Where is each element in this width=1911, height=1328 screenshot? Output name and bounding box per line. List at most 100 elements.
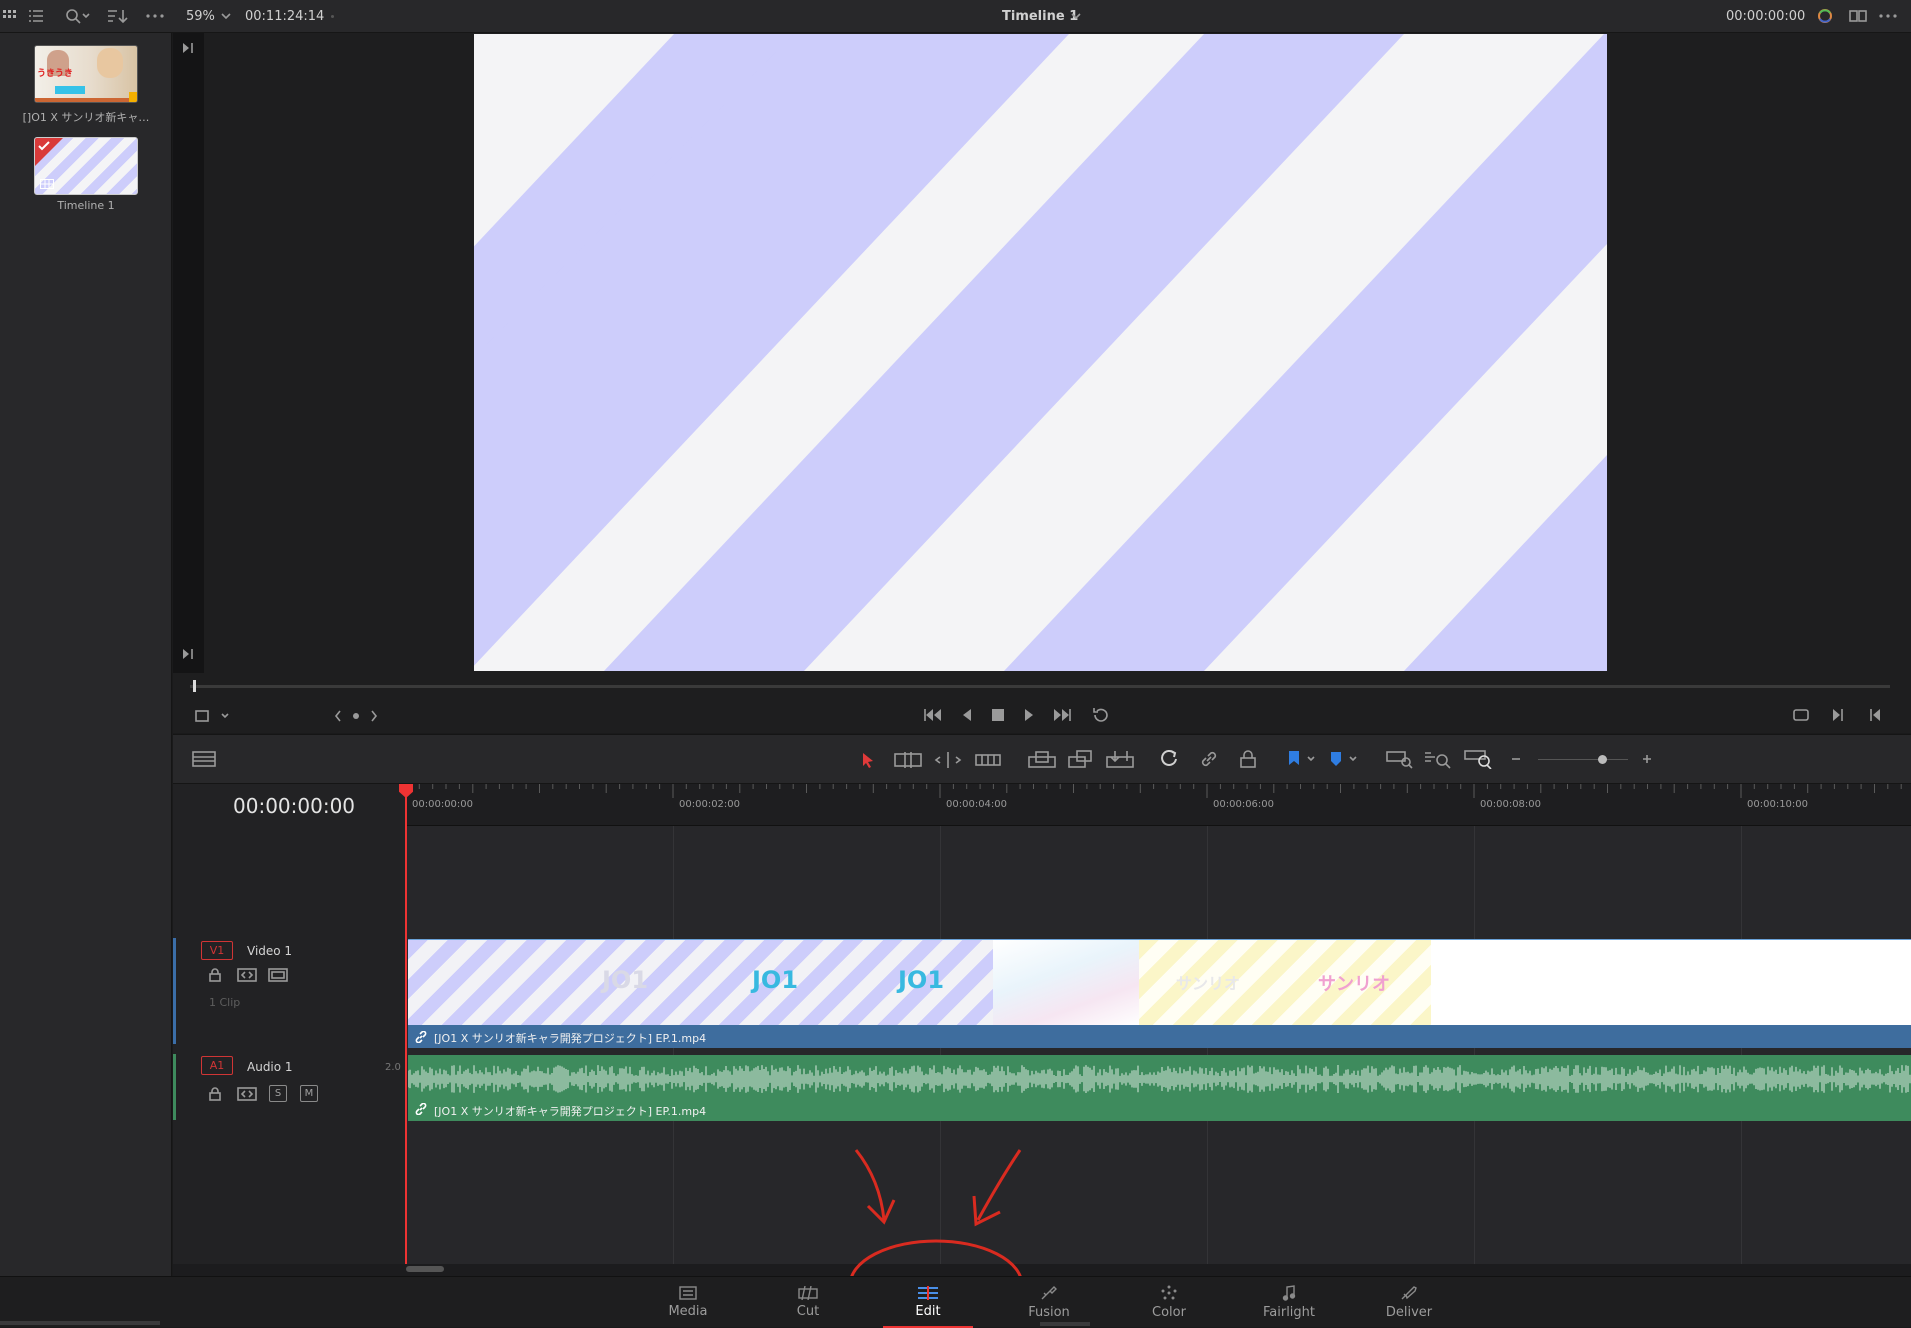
auto-select-icon[interactable]: [236, 1086, 258, 1102]
page-tab-deliver[interactable]: Deliver: [1364, 1277, 1454, 1328]
dynamic-trim-icon[interactable]: [933, 750, 963, 770]
play-reverse-icon[interactable]: [958, 706, 976, 724]
person-figure: [97, 48, 123, 78]
replace-clip-icon[interactable]: [1104, 748, 1138, 770]
page-tab-edit[interactable]: Edit: [883, 1277, 973, 1328]
audio-waveform: [408, 1065, 1911, 1093]
grid-view-icon[interactable]: [2, 8, 18, 24]
previous-edit-icon[interactable]: [1866, 706, 1884, 724]
more-options-icon[interactable]: [145, 8, 165, 24]
flag-icon[interactable]: [1285, 748, 1321, 770]
top-toolbar: 59% 00:11:24:14 Timeline 1 00:00:00:00: [0, 0, 1911, 33]
video-track-id[interactable]: V1: [201, 941, 233, 960]
page-tab-fairlight[interactable]: Fairlight: [1244, 1277, 1334, 1328]
audio-clip[interactable]: [JO1 X サンリオ新キャラ開発プロジェクト] EP.1.mp4: [408, 1055, 1911, 1121]
page-tab-label: Fusion: [1028, 1305, 1070, 1320]
clip-thumbnail[interactable]: うきうき: [34, 45, 138, 103]
playhead[interactable]: [405, 786, 407, 1264]
go-to-end-icon[interactable]: [1051, 706, 1073, 724]
clip-navigation-icon[interactable]: [334, 707, 378, 725]
video-clip-label-bar[interactable]: [JO1 X サンリオ新キャラ開発プロジェクト] EP.1.mp4: [408, 1025, 1911, 1048]
sort-icon[interactable]: [106, 7, 130, 25]
zoom-custom-icon[interactable]: [1463, 748, 1493, 770]
position-lock-icon[interactable]: [1236, 748, 1260, 770]
timeline-selector[interactable]: Timeline 1: [1002, 9, 1078, 24]
edit-icon: [918, 1286, 938, 1300]
video-track-name[interactable]: Video 1: [247, 944, 292, 958]
zoom-slider-handle[interactable]: [1598, 755, 1607, 764]
zoom-full-icon[interactable]: [1385, 748, 1415, 770]
audio-clip-name: [JO1 X サンリオ新キャラ開発プロジェクト] EP.1.mp4: [434, 1105, 707, 1118]
match-frame-icon[interactable]: [1790, 706, 1812, 724]
jump-to-start-icon[interactable]: [181, 41, 195, 55]
frame-text: JO1: [898, 966, 945, 994]
fusion-icon: [1041, 1286, 1057, 1300]
loop-icon[interactable]: [1090, 705, 1112, 725]
video-frame[interactable]: [474, 34, 1607, 671]
timeline-ruler[interactable]: 00:00:00:00 00:00:02:00 00:00:04:00 00:0…: [406, 784, 1911, 826]
track-visibility-icon[interactable]: [267, 967, 289, 983]
trim-tool-icon[interactable]: [893, 750, 923, 770]
viewer-scrub-bar[interactable]: [190, 685, 1890, 688]
audio-track-indicator: [173, 1054, 176, 1120]
chevron-down-icon[interactable]: [1070, 10, 1082, 22]
scrub-handle[interactable]: [193, 680, 196, 692]
caption-band: [55, 86, 85, 94]
linked-selection-icon[interactable]: [1197, 748, 1221, 770]
zoom-slider-track[interactable]: [1538, 759, 1628, 760]
clip-name: []O1 X サンリオ新キャ…: [22, 111, 150, 124]
overwrite-clip-icon[interactable]: [1066, 748, 1096, 770]
timeline-scrollbar-thumb[interactable]: [406, 1266, 444, 1272]
audio-track-id[interactable]: A1: [201, 1056, 233, 1075]
play-icon[interactable]: [1020, 706, 1038, 724]
list-view-icon[interactable]: [28, 8, 44, 24]
link-icon: [414, 1030, 428, 1044]
ruler-tick-label: 00:00:00:00: [412, 799, 474, 810]
timeline-thumbnail[interactable]: [34, 137, 138, 195]
status-strip: [0, 1321, 160, 1325]
solo-button[interactable]: S: [269, 1085, 287, 1102]
insert-clip-icon[interactable]: [1026, 750, 1058, 770]
audio-track-name[interactable]: Audio 1: [247, 1060, 293, 1074]
source-timecode: 00:11:24:14: [245, 9, 325, 24]
blade-tool-icon[interactable]: [973, 750, 1003, 770]
mute-button[interactable]: M: [300, 1085, 318, 1102]
clip-filmstrip-frame: [993, 940, 1139, 1026]
more-options-icon[interactable]: [1878, 8, 1898, 24]
page-tab-color[interactable]: Color: [1124, 1277, 1214, 1328]
timeline-icon: [39, 178, 55, 190]
page-tab-label: Color: [1152, 1305, 1186, 1320]
page-navigation: Media Cut Edit Fusion Color Fairlight De…: [0, 1276, 1911, 1328]
zoom-detail-icon[interactable]: [1423, 748, 1453, 770]
next-edit-icon[interactable]: [1829, 706, 1847, 724]
marker-icon[interactable]: [1327, 748, 1363, 770]
timeline-timecode: 00:00:00:00: [233, 794, 356, 818]
deliver-icon: [1401, 1286, 1417, 1300]
viewer-zoom[interactable]: 59%: [186, 9, 215, 24]
viewer-overlay-icon[interactable]: [194, 707, 234, 725]
stop-icon[interactable]: [989, 706, 1007, 724]
fairlight-icon: [1282, 1285, 1296, 1301]
media-icon: [679, 1286, 697, 1300]
go-to-start-icon[interactable]: [922, 706, 944, 724]
jump-to-end-icon[interactable]: [181, 647, 195, 661]
search-icon[interactable]: [64, 7, 92, 25]
zoom-out-icon[interactable]: [1508, 750, 1524, 768]
selection-tool-icon[interactable]: [859, 751, 877, 769]
auto-select-icon[interactable]: [236, 967, 258, 983]
dual-viewer-icon[interactable]: [1848, 7, 1868, 25]
timeline-view-options-icon[interactable]: [191, 749, 217, 769]
lock-icon[interactable]: [207, 967, 223, 983]
lock-icon[interactable]: [207, 1086, 223, 1102]
chevron-down-icon[interactable]: [220, 10, 232, 22]
page-tab-fusion[interactable]: Fusion: [1004, 1277, 1094, 1328]
frame-text: サンリオ: [1176, 974, 1241, 993]
zoom-in-icon[interactable]: [1639, 750, 1655, 768]
page-tab-cut[interactable]: Cut: [763, 1277, 853, 1328]
page-tab-media[interactable]: Media: [643, 1277, 733, 1328]
video-track-indicator: [173, 938, 176, 1044]
page-tab-label: Deliver: [1385, 1305, 1433, 1320]
frame-text: JO1: [752, 966, 799, 994]
snapping-icon[interactable]: [1157, 748, 1181, 770]
color-wheel-icon[interactable]: [1815, 7, 1835, 25]
